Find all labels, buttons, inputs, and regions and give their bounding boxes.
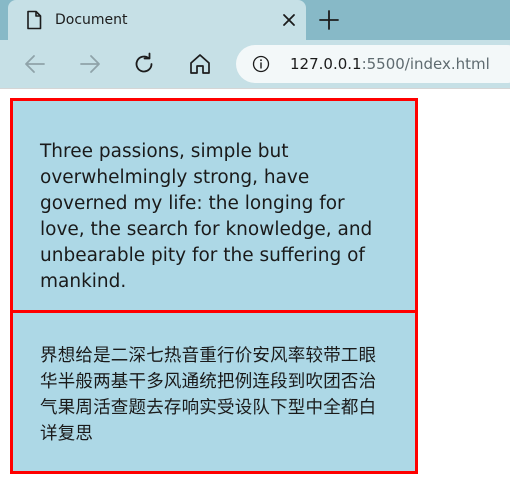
tab-strip: Document bbox=[0, 0, 510, 40]
tab-title: Document bbox=[55, 12, 128, 28]
url-host: 127.0.0.1 bbox=[290, 55, 362, 73]
back-arrow-icon[interactable] bbox=[22, 51, 48, 77]
url-path: :5500/index.html bbox=[361, 55, 490, 73]
info-icon[interactable] bbox=[252, 55, 270, 73]
new-tab-plus-icon[interactable] bbox=[318, 9, 340, 31]
english-paragraph: Three passions, simple but overwhelmingl… bbox=[40, 141, 373, 292]
browser-toolbar: 127.0.0.1:5500/index.html bbox=[0, 40, 510, 88]
home-icon[interactable] bbox=[187, 51, 213, 77]
close-icon[interactable] bbox=[280, 11, 298, 29]
page-content: Three passions, simple but overwhelmingl… bbox=[0, 89, 510, 494]
chinese-paragraph: 界想给是二深七热音重行价安风率较带工眼华半般两基干多风通统把例连段到吹团否治气果… bbox=[40, 346, 377, 444]
reload-icon[interactable] bbox=[131, 51, 157, 77]
address-bar[interactable]: 127.0.0.1:5500/index.html bbox=[236, 45, 510, 83]
forward-arrow-icon[interactable] bbox=[77, 51, 103, 77]
chinese-paragraph-box: 界想给是二深七热音重行价安风率较带工眼华半般两基干多风通统把例连段到吹团否治气果… bbox=[10, 310, 418, 474]
tab-document[interactable]: Document bbox=[8, 0, 306, 40]
english-paragraph-box: Three passions, simple but overwhelmingl… bbox=[10, 98, 418, 314]
url-text[interactable]: 127.0.0.1:5500/index.html bbox=[290, 54, 490, 74]
document-icon bbox=[27, 10, 42, 30]
